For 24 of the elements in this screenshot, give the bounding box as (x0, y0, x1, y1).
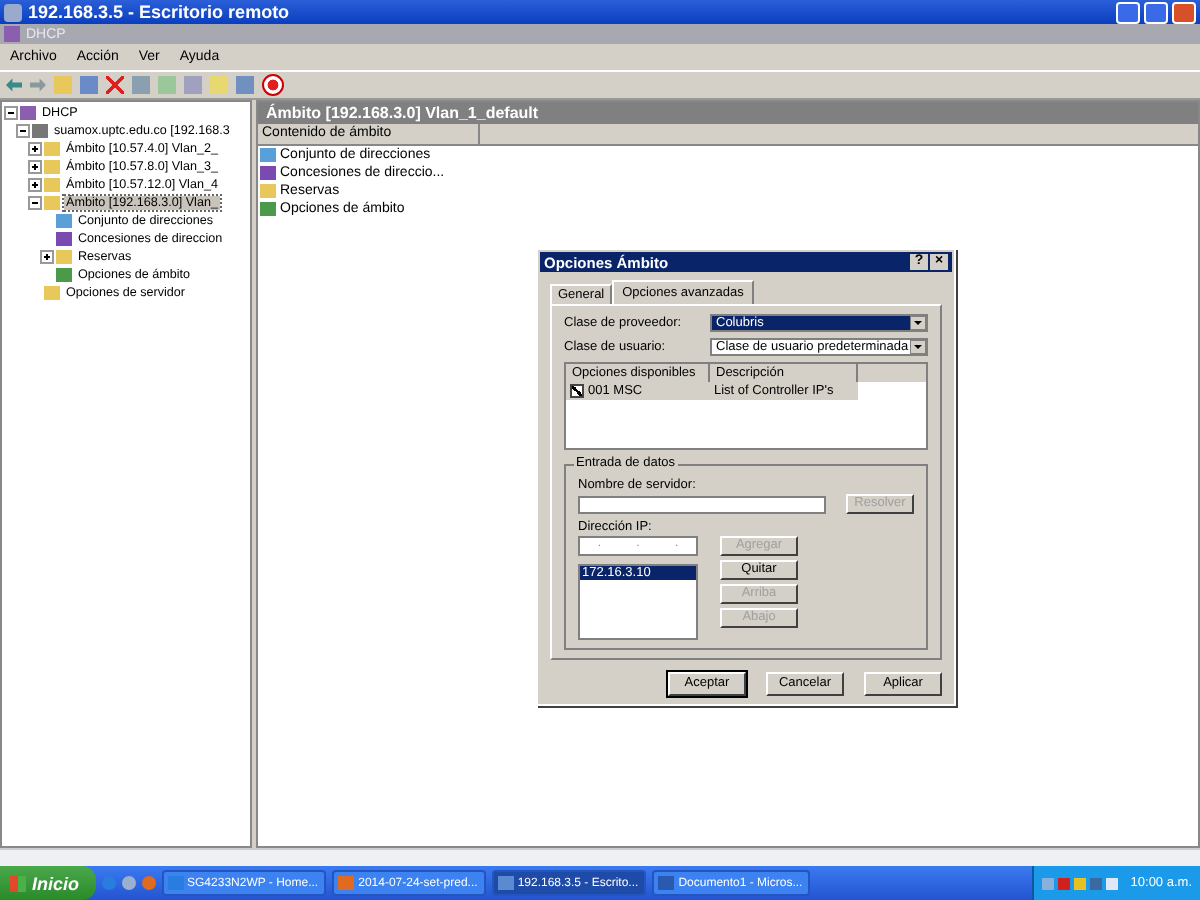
server-name-field[interactable] (578, 495, 826, 513)
expand-icon[interactable] (28, 160, 42, 174)
collapse-icon[interactable] (4, 106, 18, 120)
close-button[interactable] (1172, 1, 1196, 23)
forward-arrow-icon[interactable] (30, 78, 46, 92)
dropdown-arrow-icon (910, 340, 926, 354)
collapse-icon[interactable] (28, 196, 42, 210)
checkbox[interactable] (570, 384, 584, 398)
detail-header: Ámbito [192.168.3.0] Vlan_1_default (258, 102, 1198, 124)
minimize-button[interactable] (1116, 1, 1140, 23)
record-icon[interactable] (262, 74, 284, 96)
expand-icon[interactable] (28, 178, 42, 192)
header-filler (858, 364, 926, 382)
windows-flag-icon (10, 875, 26, 891)
delete-icon[interactable] (106, 76, 124, 94)
start-button[interactable]: Inicio (0, 866, 96, 900)
horizontal-scrollbar[interactable] (0, 848, 1200, 866)
window-title: 192.168.3.5 - Escritorio remoto (28, 2, 290, 22)
expand-icon[interactable] (28, 142, 42, 156)
collapse-icon[interactable] (16, 124, 30, 138)
expand-icon[interactable] (40, 250, 54, 264)
maximize-button[interactable] (1144, 1, 1168, 23)
dropdown-arrow-icon (910, 316, 926, 330)
back-arrow-icon[interactable] (6, 78, 22, 92)
